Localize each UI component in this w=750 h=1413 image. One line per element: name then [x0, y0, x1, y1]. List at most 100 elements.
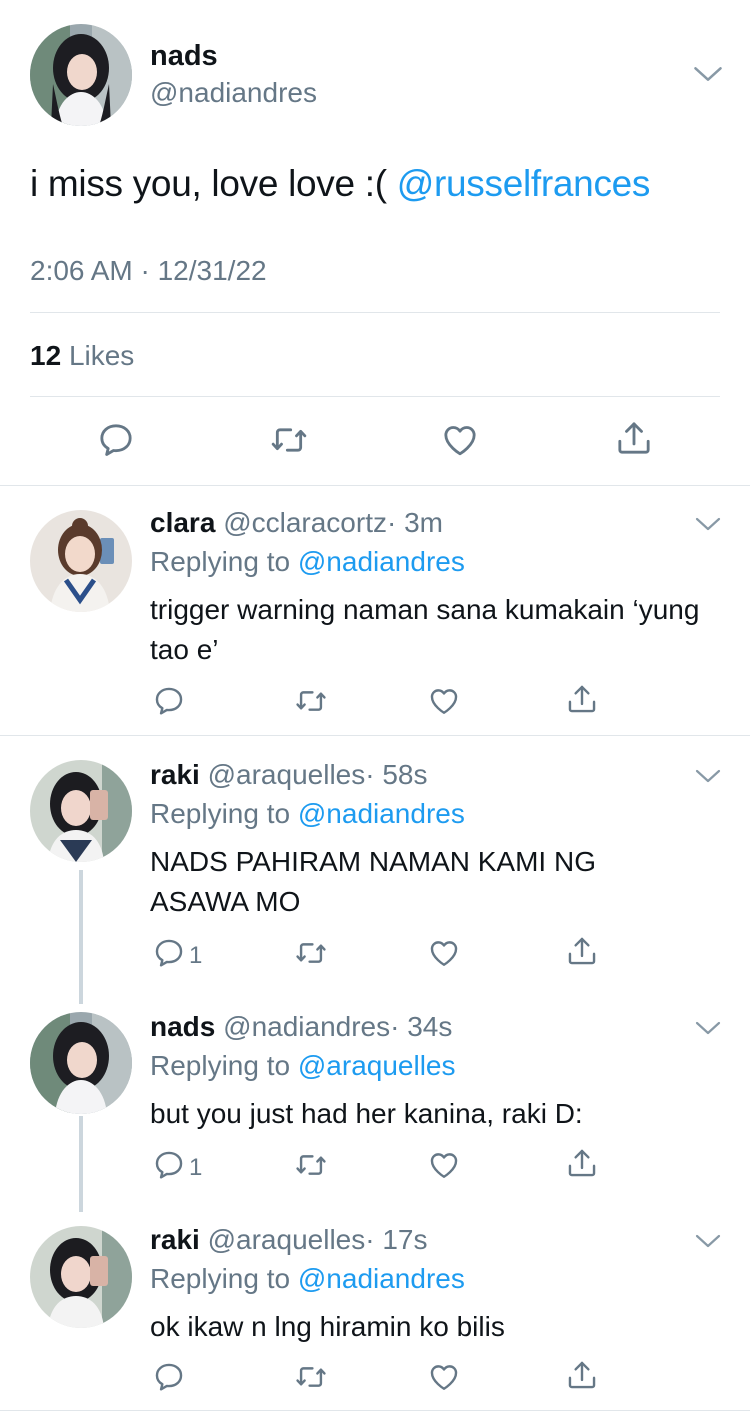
- reply-text: ok ikaw n lng hiramin ko bilis: [150, 1311, 505, 1342]
- like-icon: [427, 1360, 461, 1394]
- replying-label: Replying to: [150, 546, 291, 577]
- retweet-button[interactable]: [293, 1360, 329, 1394]
- replying-mention[interactable]: @nadiandres: [298, 1263, 465, 1294]
- replying-to: Replying to @nadiandres: [150, 546, 465, 578]
- share-button[interactable]: [565, 1358, 599, 1392]
- share-button[interactable]: [565, 934, 599, 968]
- like-button[interactable]: [427, 1360, 461, 1394]
- share-icon: [565, 934, 599, 968]
- replying-to: Replying to @araquelles: [150, 1050, 456, 1082]
- share-button[interactable]: [565, 682, 599, 716]
- avatar[interactable]: [30, 760, 132, 862]
- retweet-button[interactable]: [268, 420, 310, 460]
- retweet-button[interactable]: [293, 936, 329, 970]
- mention-link[interactable]: @russelfrances: [397, 163, 651, 204]
- retweet-icon: [293, 684, 329, 718]
- main-tweet: nads @nadiandres i miss you, love love :…: [0, 0, 750, 486]
- reply-button[interactable]: [152, 1360, 186, 1394]
- replying-mention[interactable]: @nadiandres: [298, 546, 465, 577]
- like-icon: [440, 420, 480, 460]
- retweet-icon: [293, 1360, 329, 1394]
- reply-button[interactable]: [96, 420, 136, 460]
- display-name[interactable]: clara: [150, 507, 215, 538]
- reply-time[interactable]: · 58s: [365, 759, 427, 790]
- reply-header: nads @nadiandres· 34s: [150, 1011, 452, 1043]
- like-icon: [427, 684, 461, 718]
- reply-header: clara @cclaracortz· 3m: [150, 507, 443, 539]
- like-button[interactable]: [427, 936, 461, 970]
- user-handle[interactable]: @nadiandres: [223, 1011, 390, 1042]
- likes-label: Likes: [68, 340, 135, 371]
- reply-count: 1: [189, 1154, 203, 1181]
- divider: [30, 312, 720, 313]
- likes-number: 12: [30, 340, 62, 371]
- replying-to: Replying to @nadiandres: [150, 798, 465, 830]
- chevron-down-icon[interactable]: [694, 766, 722, 786]
- user-handle[interactable]: @araquelles: [208, 1224, 366, 1255]
- like-button[interactable]: [427, 1148, 461, 1182]
- avatar[interactable]: [30, 510, 132, 612]
- reply-text: trigger warning naman sana kumakain ‘yun…: [150, 594, 700, 665]
- like-button[interactable]: [427, 684, 461, 718]
- replying-to: Replying to @nadiandres: [150, 1263, 465, 1295]
- share-icon: [565, 1358, 599, 1392]
- thread-connector: [79, 870, 83, 1004]
- reply-icon: [152, 936, 186, 970]
- like-icon: [427, 936, 461, 970]
- reply-text: but you just had her kanina, raki D:: [150, 1098, 583, 1129]
- divider: [0, 1410, 750, 1411]
- display-name[interactable]: nads: [150, 1011, 215, 1042]
- reply-text: NADS PAHIRAM NAMAN KAMI NG ASAWA MO: [150, 846, 596, 917]
- user-handle[interactable]: @nadiandres: [150, 77, 317, 109]
- avatar[interactable]: [30, 1226, 132, 1328]
- reply-time[interactable]: · 3m: [387, 507, 443, 538]
- replying-mention[interactable]: @nadiandres: [298, 798, 465, 829]
- reply-button[interactable]: [152, 1148, 186, 1182]
- reply-button[interactable]: [152, 684, 186, 718]
- avatar[interactable]: [30, 1012, 132, 1114]
- replying-label: Replying to: [150, 1050, 291, 1081]
- thread-connector: [79, 1116, 83, 1212]
- reply-icon: [152, 1148, 186, 1182]
- reply-header: raki @araquelles· 58s: [150, 759, 427, 791]
- reply-header: raki @araquelles· 17s: [150, 1224, 427, 1256]
- chevron-down-icon[interactable]: [692, 62, 724, 86]
- chevron-down-icon[interactable]: [694, 514, 722, 534]
- retweet-button[interactable]: [293, 1148, 329, 1182]
- tweet-timestamp[interactable]: 2:06 AM · 12/31/22: [30, 255, 267, 287]
- user-handle[interactable]: @cclaracortz: [223, 507, 387, 538]
- reply-icon: [152, 684, 186, 718]
- share-icon: [614, 418, 654, 458]
- chevron-down-icon[interactable]: [694, 1231, 722, 1251]
- avatar[interactable]: [30, 24, 132, 126]
- reply-time[interactable]: · 17s: [365, 1224, 427, 1255]
- tweet-text-body: i miss you, love love :(: [30, 163, 387, 204]
- retweet-icon: [268, 420, 310, 460]
- user-handle[interactable]: @araquelles: [208, 759, 366, 790]
- share-button[interactable]: [614, 418, 654, 458]
- replying-label: Replying to: [150, 1263, 291, 1294]
- display-name[interactable]: raki: [150, 1224, 200, 1255]
- share-icon: [565, 682, 599, 716]
- reply-count: 1: [189, 942, 203, 969]
- retweet-button[interactable]: [293, 684, 329, 718]
- reply-button[interactable]: [152, 936, 186, 970]
- tweet-text: i miss you, love love :( @russelfrances: [30, 163, 650, 205]
- display-name[interactable]: raki: [150, 759, 200, 790]
- retweet-icon: [293, 1148, 329, 1182]
- divider: [30, 396, 720, 397]
- chevron-down-icon[interactable]: [694, 1018, 722, 1038]
- retweet-icon: [293, 936, 329, 970]
- display-name[interactable]: nads: [150, 40, 218, 73]
- share-button[interactable]: [565, 1146, 599, 1180]
- reply-tweet: raki @araquelles· 58s Replying to @nadia…: [0, 736, 750, 1004]
- like-button[interactable]: [440, 420, 480, 460]
- reply-icon: [96, 420, 136, 460]
- reply-tweet: clara @cclaracortz· 3m Replying to @nadi…: [0, 486, 750, 736]
- replying-label: Replying to: [150, 798, 291, 829]
- reply-time[interactable]: · 34s: [390, 1011, 452, 1042]
- replying-mention[interactable]: @araquelles: [298, 1050, 456, 1081]
- likes-count[interactable]: 12 Likes: [30, 340, 134, 372]
- reply-tweet: raki @araquelles· 17s Replying to @nadia…: [0, 1204, 750, 1413]
- reply-icon: [152, 1360, 186, 1394]
